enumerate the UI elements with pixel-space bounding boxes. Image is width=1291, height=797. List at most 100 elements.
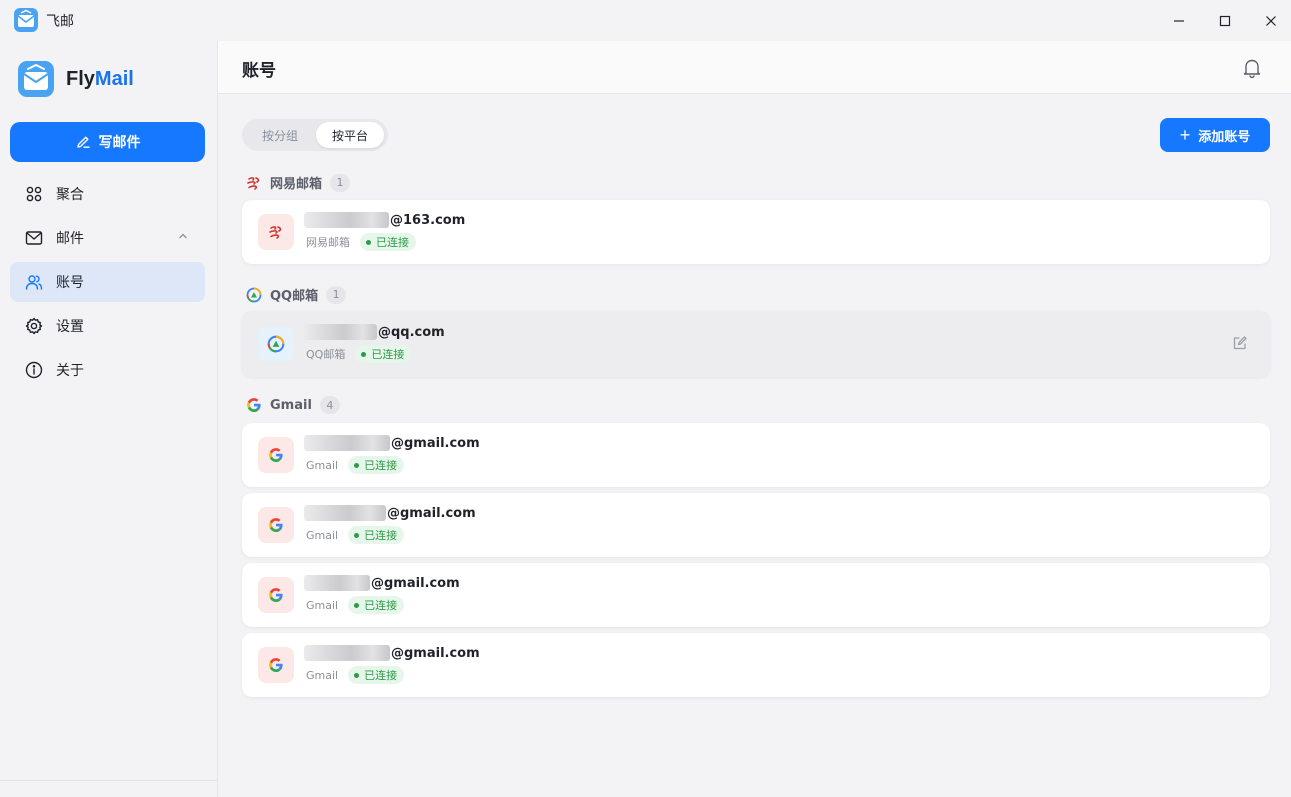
status-badge: 已连接 — [348, 666, 405, 684]
status-label: 已连接 — [364, 459, 398, 472]
netease-icon — [269, 226, 282, 239]
bell-icon[interactable] — [1241, 57, 1263, 79]
account-card[interactable]: @gmail.com Gmail 已连接 — [242, 633, 1270, 697]
main-content: 账号 按分组 按平台 + 添加账号 网易邮箱 1 @163.com 网易邮箱 已… — [218, 41, 1291, 797]
compose-button[interactable]: 写邮件 — [10, 122, 205, 162]
account-email-domain: @gmail.com — [387, 505, 476, 521]
redacted-email-local — [304, 212, 389, 228]
maximize-icon — [1219, 15, 1231, 26]
users-icon — [24, 272, 44, 292]
google-icon — [269, 658, 283, 672]
account-meta: Gmail 已连接 — [306, 526, 405, 544]
status-badge: 已连接 — [360, 233, 416, 251]
account-platform: QQ邮箱 — [306, 348, 346, 361]
account-avatar — [258, 214, 294, 250]
google-icon — [246, 397, 262, 413]
plus-icon: + — [1179, 125, 1191, 145]
sidebar-item-mail[interactable]: 邮件 — [10, 218, 205, 258]
status-dot — [354, 672, 360, 678]
group-mode-switch: 按分组 按平台 — [242, 119, 388, 151]
redacted-email-local — [304, 645, 390, 661]
account-avatar — [258, 507, 294, 543]
account-email-domain: @gmail.com — [391, 645, 480, 661]
sidebar-item-aggregate[interactable]: 聚合 — [10, 174, 205, 214]
sidebar-divider — [0, 780, 217, 781]
account-meta: Gmail 已连接 — [306, 596, 405, 614]
sidebar-item-settings[interactable]: 设置 — [10, 306, 205, 346]
sidebar-item-label: 邮件 — [56, 231, 84, 247]
flymail-logo-icon — [18, 61, 54, 97]
group-header-gmail: Gmail 4 — [246, 396, 340, 414]
account-email-domain: @gmail.com — [371, 575, 460, 591]
account-email: @gmail.com — [304, 435, 480, 451]
sidebar-nav: 聚合 邮件 账号 设置 关于 — [10, 174, 205, 394]
group-count-badge: 1 — [330, 173, 351, 192]
add-account-button[interactable]: + 添加账号 — [1160, 118, 1270, 152]
title-bar: 飞邮 — [0, 0, 1291, 41]
brand-name-fly: Fly — [66, 67, 95, 90]
account-email: @163.com — [304, 212, 465, 228]
google-icon — [269, 518, 283, 532]
group-count-badge: 1 — [326, 285, 347, 304]
group-header-netease: 网易邮箱 1 — [246, 173, 351, 192]
netease-icon — [246, 175, 262, 191]
sidebar-item-label: 设置 — [56, 319, 84, 335]
account-meta: Gmail 已连接 — [306, 666, 405, 684]
status-label: 已连接 — [364, 669, 398, 682]
info-icon — [24, 360, 44, 380]
account-email: @qq.com — [304, 324, 445, 340]
status-label: 已连接 — [364, 599, 398, 612]
status-dot — [354, 532, 360, 538]
account-platform: Gmail — [306, 668, 339, 682]
account-platform: Gmail — [306, 528, 339, 542]
status-badge: 已连接 — [348, 596, 405, 614]
account-card[interactable]: @qq.com QQ邮箱 已连接 — [242, 311, 1270, 377]
sidebar-item-label: 关于 — [56, 363, 84, 379]
account-avatar — [258, 577, 294, 613]
redacted-email-local — [304, 575, 370, 591]
sidebar-item-about[interactable]: 关于 — [10, 350, 205, 390]
add-account-label: 添加账号 — [1198, 128, 1251, 144]
account-email: @gmail.com — [304, 575, 460, 591]
account-card[interactable]: @gmail.com Gmail 已连接 — [242, 563, 1270, 627]
account-email-domain: @163.com — [390, 212, 466, 228]
account-email: @gmail.com — [304, 645, 480, 661]
account-card[interactable]: @gmail.com Gmail 已连接 — [242, 493, 1270, 557]
status-label: 已连接 — [364, 529, 398, 542]
tab-by-platform[interactable]: 按平台 — [316, 122, 384, 148]
status-dot — [354, 462, 360, 468]
status-label: 已连接 — [376, 236, 409, 249]
account-card[interactable]: @163.com 网易邮箱 已连接 — [242, 200, 1270, 264]
tab-by-group[interactable]: 按分组 — [246, 122, 314, 148]
status-label: 已连接 — [371, 348, 405, 361]
status-dot — [361, 351, 367, 357]
pen-icon — [76, 136, 90, 148]
aggregate-icon — [24, 184, 44, 204]
sidebar-item-accounts[interactable]: 账号 — [10, 262, 205, 302]
account-platform: Gmail — [306, 458, 339, 472]
account-email: @gmail.com — [304, 505, 476, 521]
page-title: 账号 — [242, 61, 276, 81]
maximize-button[interactable] — [1202, 0, 1248, 41]
edit-icon[interactable] — [1232, 335, 1248, 351]
group-count-badge: 4 — [319, 396, 340, 414]
redacted-email-local — [304, 505, 386, 521]
window-title: 飞邮 — [46, 14, 74, 30]
account-card[interactable]: @gmail.com Gmail 已连接 — [242, 423, 1270, 487]
chevron-up-icon[interactable] — [177, 230, 189, 242]
group-name: Gmail — [270, 397, 312, 413]
minimize-button[interactable] — [1156, 0, 1202, 41]
group-name: 网易邮箱 — [270, 177, 323, 192]
sidebar: FlyMail 写邮件 聚合 邮件 账号 设置 关于 — [0, 41, 218, 797]
status-badge: 已连接 — [348, 526, 405, 544]
main-header: 账号 — [218, 41, 1291, 94]
mail-icon — [24, 228, 44, 248]
status-dot — [366, 239, 371, 245]
account-avatar — [258, 647, 294, 683]
sidebar-item-label: 账号 — [56, 275, 84, 291]
account-meta: QQ邮箱 已连接 — [306, 345, 412, 363]
close-window-button[interactable] — [1248, 0, 1291, 41]
minimize-icon — [1174, 19, 1184, 22]
status-badge: 已连接 — [355, 345, 412, 363]
app-logo-icon — [14, 8, 38, 32]
